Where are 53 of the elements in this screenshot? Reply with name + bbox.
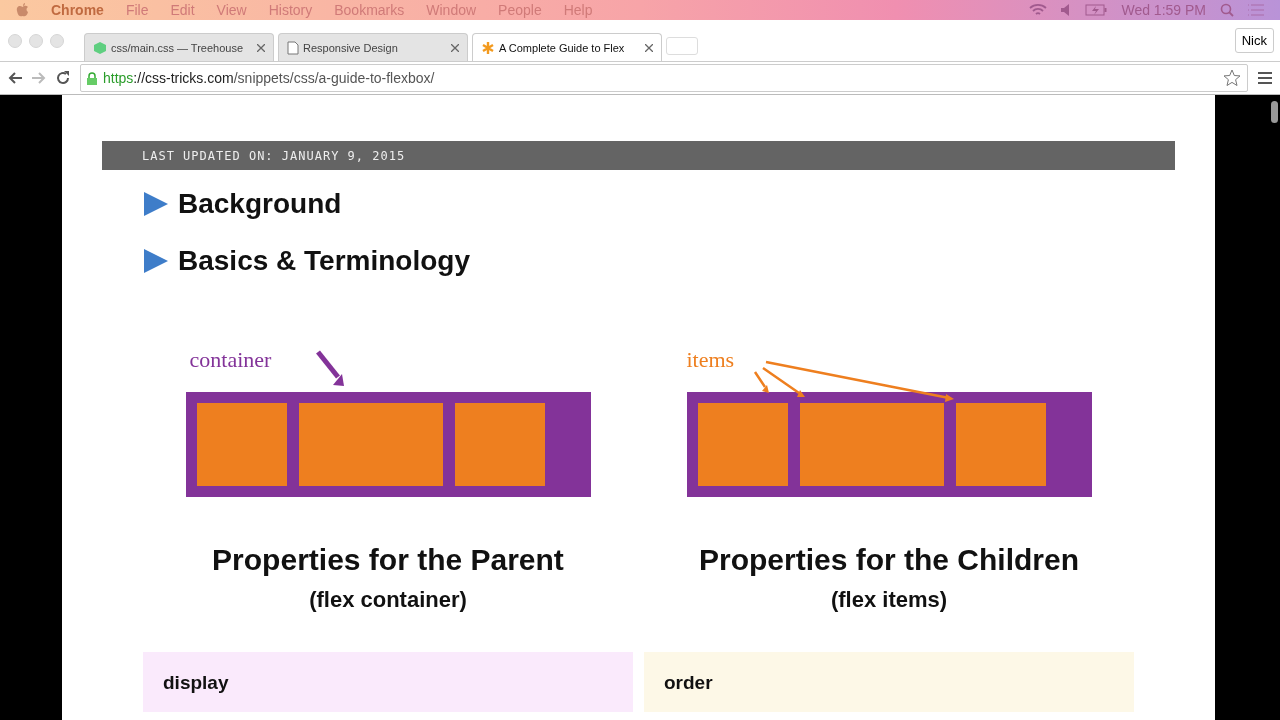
column-heading: Properties for the Parent (212, 543, 564, 577)
right-triangle-icon[interactable] (144, 192, 168, 216)
menu-item[interactable]: File (125, 2, 149, 18)
reload-icon[interactable] (56, 71, 70, 85)
clock[interactable]: Wed 1:59 PM (1121, 2, 1206, 18)
window-button[interactable] (29, 33, 43, 48)
asterisk-icon (481, 40, 495, 55)
battery-icon[interactable] (1085, 4, 1108, 16)
arrow (315, 350, 344, 386)
star-icon[interactable] (1223, 69, 1241, 87)
menu-item[interactable]: Edit (170, 2, 195, 18)
column-subheading: (flex container) (309, 587, 467, 613)
lock-icon (87, 71, 97, 85)
column-subheading: (flex items) (830, 587, 948, 613)
browser-tab[interactable]: css/main.css — Treehouse (84, 33, 274, 61)
address-bar[interactable]: https://css-tricks.com/snippets/css/a-guide-to-flexbox/ (80, 64, 1248, 92)
right-triangle-icon[interactable] (144, 249, 168, 273)
close-icon[interactable] (645, 43, 653, 52)
url-text: https://css-tricks.com/snippets/css/a-guide-to-flexbox/ (103, 70, 435, 86)
menu-icon[interactable] (1258, 72, 1272, 84)
hexagon-icon (93, 40, 107, 55)
profile-button[interactable]: Nick (1234, 28, 1274, 53)
browser-tab[interactable]: Responsive Design (278, 33, 468, 61)
window-button[interactable] (8, 33, 22, 48)
wifi-icon[interactable] (1029, 3, 1048, 17)
back-icon[interactable] (8, 72, 22, 84)
close-icon[interactable] (451, 43, 459, 52)
page-icon (287, 40, 299, 55)
forward-icon[interactable] (32, 72, 46, 84)
search-icon[interactable] (1220, 3, 1234, 17)
diagram-label: container (189, 347, 272, 373)
scrollbar-thumb[interactable] (1271, 101, 1278, 123)
menu-item[interactable]: View (216, 2, 247, 18)
close-icon[interactable] (257, 43, 265, 52)
menu-item[interactable]: History (268, 2, 313, 18)
window-button[interactable] (50, 33, 64, 48)
section-heading[interactable]: Basics & Terminology (178, 245, 470, 277)
app-menu[interactable]: Chrome (51, 2, 104, 18)
browser-tab[interactable]: A Complete Guide to Flex (472, 33, 662, 61)
last-updated-banner: LAST UPDATED ON: JANUARY 9, 2015 (102, 141, 1175, 170)
tab-title: Responsive Design (303, 41, 399, 54)
property-name: order (664, 672, 713, 693)
apple-icon[interactable] (16, 3, 29, 17)
tab-title: css/main.css — Treehouse (111, 41, 245, 54)
tab-title: A Complete Guide to Flex (499, 41, 626, 54)
property-name: display (163, 672, 229, 693)
section-heading[interactable]: Background (178, 188, 342, 220)
speaker-icon[interactable] (1061, 4, 1072, 16)
list-icon[interactable] (1248, 4, 1264, 16)
menu-item[interactable]: Bookmarks (334, 2, 405, 18)
diagram-label: items (686, 347, 735, 373)
column-heading: Properties for the Children (698, 543, 1080, 577)
new-tab-button[interactable] (666, 37, 698, 55)
